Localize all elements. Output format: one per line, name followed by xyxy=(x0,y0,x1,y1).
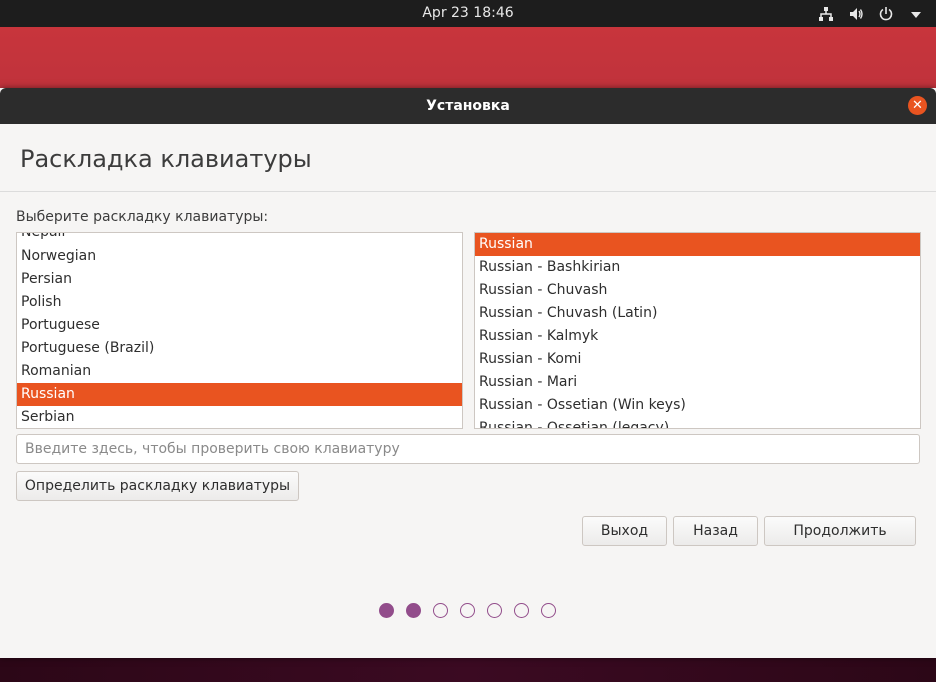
list-item[interactable]: Russian - Kalmyk xyxy=(475,325,920,348)
layout-prompt-label: Выберите раскладку клавиатуры: xyxy=(16,209,269,225)
keyboard-variant-list[interactable]: Russian Russian - Bashkirian Russian - C… xyxy=(474,232,921,429)
list-item[interactable]: Russian - Bashkirian xyxy=(475,256,920,279)
keyboard-layout-list[interactable]: Nepali Norwegian Persian Polish Portugue… xyxy=(16,232,463,429)
progress-dot-pending xyxy=(460,603,475,618)
system-top-bar: Apr 23 18:46 xyxy=(0,0,936,27)
header-divider xyxy=(0,191,936,192)
list-item[interactable]: Russian - Mari xyxy=(475,371,920,394)
list-item[interactable]: Romanian xyxy=(17,360,462,383)
list-item[interactable]: Polish xyxy=(17,291,462,314)
list-item[interactable]: Russian - Ossetian (legacy) xyxy=(475,417,920,428)
progress-dot-pending xyxy=(487,603,502,618)
window-titlebar[interactable]: Установка ✕ xyxy=(0,88,936,124)
close-button[interactable]: ✕ xyxy=(908,96,927,115)
progress-dot-complete xyxy=(379,603,394,618)
page-title: Раскладка клавиатуры xyxy=(20,145,312,173)
progress-dot-pending xyxy=(514,603,529,618)
window-title: Установка xyxy=(426,98,510,114)
list-item[interactable]: Russian - Komi xyxy=(475,348,920,371)
list-item[interactable]: Russian - Ossetian (Win keys) xyxy=(475,394,920,417)
list-item[interactable]: Nepali xyxy=(17,233,462,244)
clock[interactable]: Apr 23 18:46 xyxy=(0,0,936,27)
chevron-down-icon[interactable] xyxy=(908,6,924,22)
power-icon[interactable] xyxy=(878,6,894,22)
close-icon: ✕ xyxy=(912,98,923,113)
wallpaper-bottom xyxy=(0,656,936,682)
network-icon[interactable] xyxy=(818,6,834,22)
detect-layout-button[interactable]: Определить раскладку клавиатуры xyxy=(16,471,299,501)
quit-button[interactable]: Выход xyxy=(582,516,667,546)
installer-window: Установка ✕ Раскладка клавиатуры Выберит… xyxy=(0,88,936,658)
list-item[interactable]: Russian - Chuvash xyxy=(475,279,920,302)
list-item[interactable]: Norwegian xyxy=(17,245,462,268)
progress-dots xyxy=(0,603,936,619)
back-button[interactable]: Назад xyxy=(673,516,758,546)
progress-dot-complete xyxy=(406,603,421,618)
list-item[interactable]: Russian - Chuvash (Latin) xyxy=(475,302,920,325)
list-item-selected[interactable]: Russian xyxy=(475,233,920,256)
list-item[interactable]: Serbian xyxy=(17,406,462,428)
list-item[interactable]: Persian xyxy=(17,268,462,291)
list-item[interactable]: Portuguese xyxy=(17,314,462,337)
progress-dot-pending xyxy=(541,603,556,618)
list-item-selected[interactable]: Russian xyxy=(17,383,462,406)
list-item[interactable]: Portuguese (Brazil) xyxy=(17,337,462,360)
progress-dot-pending xyxy=(433,603,448,618)
keyboard-test-input[interactable] xyxy=(16,434,920,464)
continue-button[interactable]: Продолжить xyxy=(764,516,916,546)
system-tray[interactable] xyxy=(818,0,924,27)
volume-icon[interactable] xyxy=(848,6,864,22)
